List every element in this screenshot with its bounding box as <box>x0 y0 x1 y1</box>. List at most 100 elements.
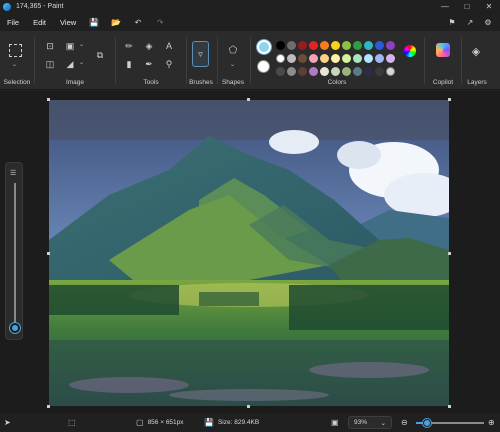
color-swatch[interactable] <box>276 54 285 63</box>
color-picker-icon[interactable]: ✒ <box>142 57 156 71</box>
color-swatch[interactable] <box>331 54 340 63</box>
chevron-down-icon[interactable]: ⌄ <box>79 59 84 66</box>
chevron-down-icon[interactable]: ⌄ <box>79 41 84 48</box>
menu-view[interactable]: View <box>53 18 83 27</box>
image-background-icon[interactable]: ◫ <box>43 57 57 71</box>
minimize-icon[interactable]: — <box>434 0 456 13</box>
color-swatch[interactable] <box>375 67 384 76</box>
color-swatch[interactable] <box>353 67 362 76</box>
remove-background-icon[interactable]: ⧉ <box>93 48 107 62</box>
shapes-icon[interactable]: ⬠ <box>226 43 240 57</box>
color-swatch[interactable] <box>364 54 373 63</box>
canvas-handle[interactable] <box>247 98 250 101</box>
edit-colors-icon[interactable] <box>404 45 416 57</box>
maximize-icon[interactable]: □ <box>456 0 478 13</box>
menu-file[interactable]: File <box>0 18 26 27</box>
layers-group: Layers <box>462 31 492 90</box>
eraser-icon[interactable]: ▮ <box>122 57 136 71</box>
drawing-canvas[interactable] <box>49 100 449 406</box>
layers-icon[interactable]: ◈ <box>469 44 483 58</box>
disk-icon: 💾 <box>204 418 214 427</box>
menu-bar: File Edit View 💾 📂 ↶ ↷ ⚑ ↗ ⚙ <box>0 13 500 31</box>
color-swatch[interactable] <box>298 54 307 63</box>
resize-icon[interactable]: ▣ <box>63 39 77 53</box>
copilot-group: Copilot <box>425 31 461 90</box>
chevron-down-icon: ⌄ <box>380 419 386 427</box>
color-swatch[interactable] <box>364 67 373 76</box>
settings-icon[interactable]: ⚙ <box>482 16 494 28</box>
canvas-handle[interactable] <box>47 252 50 255</box>
zoom-thumb[interactable] <box>10 323 20 333</box>
color-swatch[interactable] <box>287 54 296 63</box>
canvas-handle[interactable] <box>47 405 50 408</box>
share-icon[interactable]: ↗ <box>464 16 476 28</box>
zoom-value: 93% <box>354 419 368 426</box>
color-swatch[interactable] <box>320 54 329 63</box>
crop-icon[interactable]: ⊡ <box>43 39 57 53</box>
canvas-handle[interactable] <box>448 98 451 101</box>
color-swatch[interactable] <box>342 54 351 63</box>
color-swatch[interactable] <box>331 67 340 76</box>
color-swatch[interactable] <box>298 67 307 76</box>
save-icon[interactable]: 💾 <box>87 15 101 29</box>
chevron-down-icon[interactable]: ⌄ <box>230 61 235 68</box>
color-swatch[interactable] <box>386 54 395 63</box>
fit-window-icon[interactable]: ▣ <box>331 418 339 427</box>
file-size: 💾 Size: 829.4KB <box>204 413 259 432</box>
select-icon[interactable] <box>9 44 22 57</box>
text-icon[interactable]: A <box>162 39 176 53</box>
zoom-out-icon[interactable]: ⊖ <box>401 418 408 427</box>
zoom-slider-thumb[interactable] <box>423 419 431 427</box>
color-swatch[interactable] <box>276 67 285 76</box>
color-swatch[interactable] <box>386 67 395 76</box>
color-swatch[interactable] <box>342 41 351 50</box>
zoom-out-button[interactable]: ⊖ <box>401 413 408 432</box>
open-icon[interactable]: 📂 <box>109 15 123 29</box>
color-swatch[interactable] <box>309 41 318 50</box>
color-swatch[interactable] <box>364 41 373 50</box>
color-swatch[interactable] <box>342 67 351 76</box>
color-swatch[interactable] <box>353 54 362 63</box>
rotate-icon[interactable]: ◢ <box>63 57 77 71</box>
vertical-zoom-slider[interactable]: ☰ <box>5 162 23 340</box>
close-icon[interactable]: ✕ <box>478 0 500 13</box>
feedback-icon[interactable]: ⚑ <box>446 16 458 28</box>
color-swatch[interactable] <box>375 54 384 63</box>
chevron-down-icon[interactable]: ⌄ <box>12 61 17 68</box>
color-swatch[interactable] <box>298 41 307 50</box>
color-swatch[interactable] <box>276 41 285 50</box>
fill-icon[interactable]: ◈ <box>142 39 156 53</box>
undo-icon[interactable]: ↶ <box>131 15 145 29</box>
pencil-icon[interactable]: ✏ <box>122 39 136 53</box>
copilot-icon[interactable] <box>436 43 450 57</box>
zoom-dropdown[interactable]: 93% ⌄ <box>348 416 392 429</box>
fit-to-window[interactable]: ▣ <box>331 413 339 432</box>
color-swatch[interactable] <box>287 41 296 50</box>
magnifier-icon[interactable]: ⚲ <box>162 57 176 71</box>
color-swatch[interactable] <box>353 41 362 50</box>
canvas-dimensions: ▢ 856 × 651px <box>136 413 184 432</box>
fit-icon[interactable]: ☰ <box>10 169 18 177</box>
selection-group: ⌄ Selection <box>0 31 34 90</box>
color-swatch[interactable] <box>386 41 395 50</box>
primary-color-swatch[interactable] <box>257 40 271 54</box>
canvas-handle[interactable] <box>448 252 451 255</box>
zoom-in-icon[interactable]: ⊕ <box>488 418 495 427</box>
zoom-track[interactable] <box>14 183 16 323</box>
redo-icon[interactable]: ↷ <box>153 15 167 29</box>
color-swatch[interactable] <box>309 67 318 76</box>
color-swatch[interactable] <box>320 67 329 76</box>
color-swatch[interactable] <box>287 67 296 76</box>
secondary-color-swatch[interactable] <box>257 60 270 73</box>
canvas-handle[interactable] <box>448 405 451 408</box>
color-swatch[interactable] <box>320 41 329 50</box>
canvas-handle[interactable] <box>247 405 250 408</box>
selection-size-icon: ⬚ <box>68 418 76 427</box>
menu-edit[interactable]: Edit <box>26 18 53 27</box>
color-swatch[interactable] <box>331 41 340 50</box>
brush-icon[interactable]: ▿ <box>192 41 209 67</box>
color-swatch[interactable] <box>375 41 384 50</box>
color-swatch[interactable] <box>309 54 318 63</box>
zoom-in-button[interactable]: ⊕ <box>488 413 495 432</box>
canvas-handle[interactable] <box>47 98 50 101</box>
